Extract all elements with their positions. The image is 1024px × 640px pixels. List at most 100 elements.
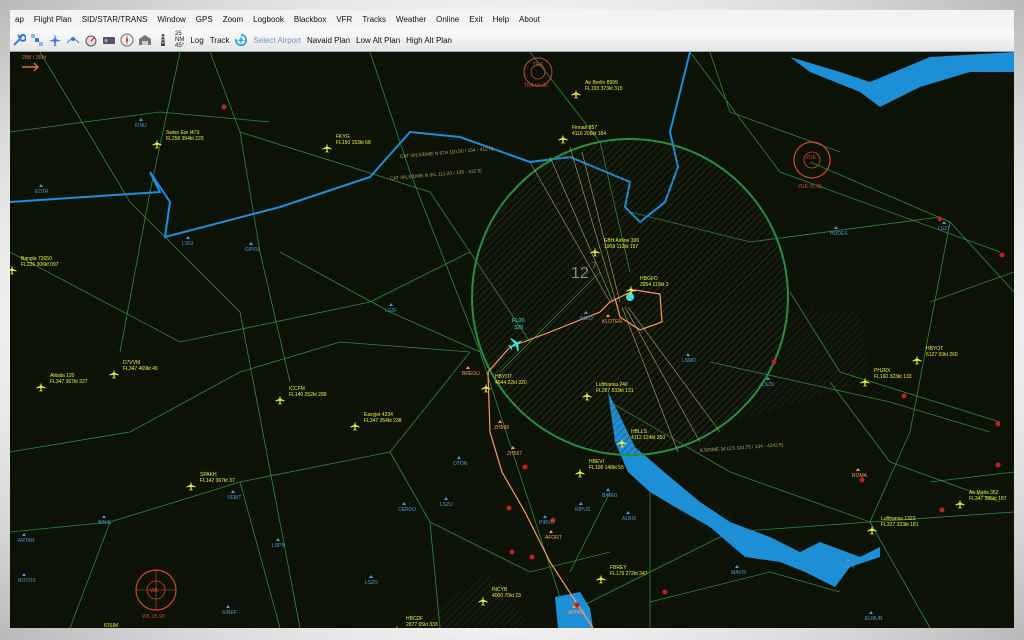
high-alt-plan-button[interactable]: High Alt Plan xyxy=(403,36,455,45)
tra-name: TRA xyxy=(533,62,544,68)
traffic-aircraft[interactable]: D7VVMFL347 469kt 46 xyxy=(109,360,158,379)
navaid-label: ROTOS xyxy=(18,578,36,584)
menu-item-online[interactable]: Online xyxy=(431,15,464,24)
menu-item-help[interactable]: Help xyxy=(488,15,514,24)
navaid-plan-button[interactable]: Navaid Plan xyxy=(304,36,353,45)
traffic-aircraft-icon xyxy=(867,525,877,535)
traffic-aircraft-icon xyxy=(350,421,360,431)
menu-item-flight-plan[interactable]: Flight Plan xyxy=(29,15,77,24)
navaid-label: EDTR xyxy=(35,189,49,195)
menu-item-blackbox[interactable]: Blackbox xyxy=(289,15,331,24)
menu-item-window[interactable]: Window xyxy=(152,15,190,24)
menu-item-weather[interactable]: Weather xyxy=(391,15,431,24)
traffic-callsign: IOSIM xyxy=(104,623,118,628)
menu-item-zoom[interactable]: Zoom xyxy=(218,15,248,24)
traffic-flight-data: FL267 533kt 131 xyxy=(596,388,634,394)
navaid-marker-icon xyxy=(606,488,610,491)
traffic-aircraft[interactable]: ICCFMFL140 252kt 289 xyxy=(275,386,327,405)
navaid-marker-icon xyxy=(444,497,448,500)
navaid-label: LSZU xyxy=(440,502,453,508)
menu-item-logbook[interactable]: Logbook xyxy=(248,15,289,24)
traffic-flight-data: FL347 469kt 46 xyxy=(123,366,158,372)
hangar-icon[interactable] xyxy=(138,33,152,47)
traffic-flight-data: 4116 206kt 184 xyxy=(572,131,606,137)
navaid-marker-icon xyxy=(231,490,235,493)
radio-icon[interactable] xyxy=(102,33,116,47)
satellite-icon[interactable] xyxy=(30,33,44,47)
navaid-marker-icon xyxy=(186,236,190,239)
zoom-readout[interactable]: 25 NM 45° xyxy=(175,31,184,49)
navaid-label: LSZT xyxy=(938,226,950,232)
track-button[interactable]: Track xyxy=(207,36,233,45)
swirl-airplane-icon[interactable] xyxy=(234,33,248,47)
traffic-aircraft[interactable]: Alitalia 120FL347 367kt 327 xyxy=(36,373,88,392)
navaid-label: KLOTEN xyxy=(602,319,622,325)
menu-item-sid-star-trans[interactable]: SID/STAR/TRANS xyxy=(77,15,153,24)
traffic-aircraft[interactable]: HBEVIFL108 148kt 55 xyxy=(575,459,624,478)
menu-item-gps[interactable]: GPS xyxy=(191,15,218,24)
zue-name: ZUE xyxy=(806,155,817,161)
traffic-aircraft[interactable]: Easyjet 4234FL347 354kt 238 xyxy=(350,412,402,431)
traffic-aircraft-icon xyxy=(596,574,606,584)
traffic-aircraft-icon xyxy=(912,355,922,365)
traffic-aircraft[interactable]: FBREYFL179 272kt 347 xyxy=(596,565,648,584)
navaid-label: ROMA xyxy=(852,473,868,479)
navaid-marker-icon xyxy=(102,515,106,518)
airplane-icon[interactable] xyxy=(48,33,62,47)
traffic-aircraft[interactable]: SPAKHFL142 367kt 37 xyxy=(186,472,235,491)
navaid-label: CERDO xyxy=(398,507,416,513)
menu-item-vfr[interactable]: VFR xyxy=(331,15,357,24)
runway-icon[interactable] xyxy=(156,33,170,47)
navaid-label: LSPN xyxy=(272,543,285,549)
traffic-flight-data: FL258 354kt 220 xyxy=(166,136,204,142)
traffic-aircraft[interactable]: IOSIMFL347 356kt 338 xyxy=(90,623,141,628)
navaid-label: BINIS xyxy=(98,520,112,526)
navaid-label: GIPOL xyxy=(245,247,261,253)
low-alt-plan-button[interactable]: Low Alt Plan xyxy=(353,36,403,45)
navaid-marker-icon xyxy=(466,366,470,369)
traffic-aircraft[interactable]: Bangla 72650FL226 306kt 097 xyxy=(10,256,59,275)
menu-item-exit[interactable]: Exit xyxy=(464,15,487,24)
traffic-flight-data: FL193 373kt 315 xyxy=(585,86,623,92)
traffic-aircraft-icon xyxy=(186,481,196,491)
menu-bar: ap Flight Plan SID/STAR/TRANS Window GPS… xyxy=(10,10,1014,30)
navaid-label: VEBIT xyxy=(227,495,241,501)
traffic-aircraft-icon xyxy=(571,89,581,99)
traffic-flight-data: FL160 323kt 133 xyxy=(874,374,912,380)
navaid-marker-icon xyxy=(579,502,583,505)
traffic-aircraft-icon xyxy=(322,143,332,153)
airplane-route-icon[interactable] xyxy=(66,33,80,47)
traffic-flight-data: FL179 272kt 347 xyxy=(610,571,648,577)
gauge-icon[interactable] xyxy=(84,33,98,47)
navaid-marker-icon xyxy=(139,118,143,121)
select-airport-button[interactable]: Select Airport xyxy=(250,36,304,45)
navigation-map[interactable]: FINU EDTR LSGI GIPOL LSZF HUDES LSZT LSMD LSZK OT… xyxy=(10,51,1014,628)
traffic-aircraft-icon xyxy=(109,369,119,379)
traffic-flight-data: 4112 124kt 350 xyxy=(631,435,665,441)
navaid-label: ARTAN xyxy=(18,538,35,544)
traffic-flight-data: 4000 70kt 23 xyxy=(492,593,521,599)
navaid-label: SIREF xyxy=(222,610,237,616)
traffic-aircraft[interactable]: Air Malta 352FL347 385kt 187 xyxy=(955,490,1007,509)
traffic-aircraft[interactable]: Air Berlin 8999FL193 373kt 315 xyxy=(571,80,623,99)
navaid-marker-icon xyxy=(457,456,461,459)
navaid-label: ZH567 xyxy=(507,451,522,457)
traffic-flight-data: 1908 112kt 197 xyxy=(604,244,638,250)
navaid-marker-icon xyxy=(498,420,502,423)
wrench-icon[interactable] xyxy=(12,33,26,47)
menu-item-tracks[interactable]: Tracks xyxy=(357,15,391,24)
menu-item-about[interactable]: About xyxy=(514,15,545,24)
navaid-marker-icon xyxy=(856,468,860,471)
compass-icon[interactable] xyxy=(120,33,134,47)
log-button[interactable]: Log xyxy=(187,36,206,45)
own-callsign: FL00 xyxy=(512,318,525,324)
menu-item-map[interactable]: ap xyxy=(10,15,29,24)
traffic-flight-data: 4644 22kt 220 xyxy=(495,380,527,386)
navaid-label: LSZF xyxy=(385,308,397,314)
traffic-aircraft[interactable]: HBYOT6127 93kt 260 xyxy=(912,346,958,365)
traffic-aircraft-icon xyxy=(575,468,585,478)
navaid-marker-icon xyxy=(22,533,26,536)
traffic-aircraft-icon xyxy=(955,499,965,509)
app-window: ap Flight Plan SID/STAR/TRANS Window GPS… xyxy=(10,10,1014,628)
traffic-aircraft[interactable]: FKYGFL150 153kt 68 xyxy=(322,134,371,153)
